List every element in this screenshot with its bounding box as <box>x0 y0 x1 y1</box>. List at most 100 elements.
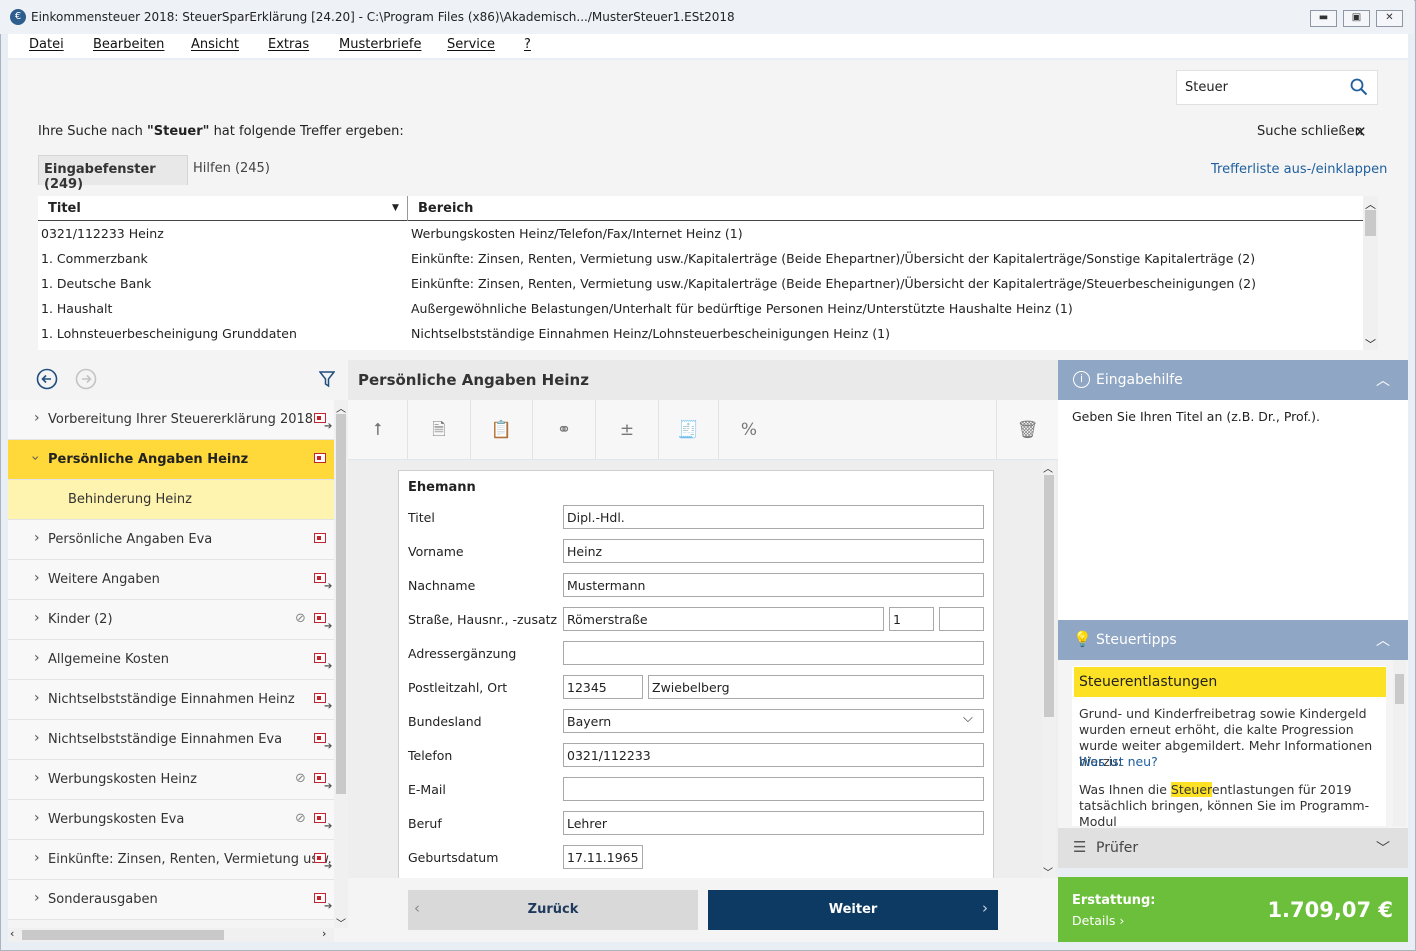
search-input[interactable]: Steuer <box>1185 80 1228 95</box>
result-title[interactable]: 0321/112233 Heinz <box>41 226 164 241</box>
bundesland-select[interactable]: Bayern <box>563 709 984 733</box>
nav-item-persoenliche-angaben-eva[interactable]: › Persönliche Angaben Eva <box>8 520 334 560</box>
adressergaenzung-field[interactable] <box>563 641 984 665</box>
window-title: Einkommensteuer 2018: SteuerSparErklärun… <box>31 10 735 24</box>
nav-item-einkuenfte[interactable]: › Einkünfte: Zinsen, Renten, Vermietung … <box>8 840 334 880</box>
next-button[interactable]: Weiter <box>708 890 998 930</box>
nachname-field[interactable]: Mustermann <box>563 573 984 597</box>
menu-extras[interactable]: Extras <box>268 37 309 52</box>
tips-scrollbar-thumb[interactable] <box>1395 674 1404 704</box>
chevron-down-icon[interactable]: ﹀ <box>1365 336 1376 352</box>
chevron-left-icon[interactable]: ‹ <box>10 927 14 940</box>
menu-service[interactable]: Service <box>447 37 495 52</box>
vorname-field[interactable]: Heinz <box>563 539 984 563</box>
receipt-icon[interactable]: 🧾 <box>659 400 719 460</box>
maximize-button[interactable]: ▣ <box>1343 10 1370 27</box>
chevron-up-icon[interactable]: ︿ <box>1365 196 1376 212</box>
result-title[interactable]: 1. Lohnsteuerbescheinigung Grunddaten <box>41 326 297 341</box>
menu-ansicht[interactable]: Ansicht <box>191 37 239 52</box>
nav-item-behinderung-heinz[interactable]: Behinderung Heinz <box>8 480 334 520</box>
tab-eingabefenster[interactable]: Eingabefenster (249) <box>38 155 188 192</box>
beruf-field[interactable]: Lehrer <box>563 811 984 835</box>
whats-new-link[interactable]: Was ist neu? <box>1079 754 1158 769</box>
email-field[interactable] <box>563 777 984 801</box>
nav-item-weitere-angaben[interactable]: › Weitere Angaben ➔ <box>8 560 334 600</box>
result-title[interactable]: 1. Commerzbank <box>41 251 148 266</box>
up-level-icon[interactable]: ⭡ <box>348 400 408 460</box>
search-icon[interactable] <box>1350 78 1368 96</box>
telefon-field[interactable]: 0321/112233 <box>563 743 984 767</box>
label-titel: Titel <box>408 510 435 525</box>
tab-hilfen[interactable]: Hilfen (245) <box>193 161 270 176</box>
nav-item-persoenliche-angaben-heinz[interactable]: › Persönliche Angaben Heinz <box>8 440 334 480</box>
back-button[interactable]: Zurück <box>408 890 698 930</box>
nav-item-sonderausgaben[interactable]: › Sonderausgaben ➔ <box>8 880 334 920</box>
chevron-down-icon: › <box>26 455 43 461</box>
column-divider[interactable] <box>407 196 408 221</box>
result-area[interactable]: Außergewöhnliche Belastungen/Unterhalt f… <box>411 301 1073 316</box>
chevron-down-icon[interactable]: ⌵ <box>963 711 973 726</box>
toggle-result-list-link[interactable]: Trefferliste aus-/einklappen <box>1211 162 1387 177</box>
plz-field[interactable]: 12345 <box>563 675 643 699</box>
titel-field[interactable]: Dipl.-Hdl. <box>563 505 984 529</box>
nav-item-nse-heinz[interactable]: › Nichtselbstständige Einnahmen Heinz ➔ <box>8 680 334 720</box>
column-header-bereich[interactable]: Bereich <box>418 201 473 216</box>
refund-amount: 1.709,07 € <box>1267 898 1393 922</box>
chevron-up-icon[interactable]: ︿ <box>1376 630 1390 650</box>
calculator-icon[interactable]: ± <box>596 400 659 460</box>
filter-icon[interactable] <box>319 370 335 388</box>
label-adressergaenzung: Adressergänzung <box>408 646 517 661</box>
zusatz-field[interactable] <box>939 607 984 631</box>
form-scrollbar-thumb[interactable] <box>1044 475 1054 717</box>
forward-arrow-icon[interactable] <box>75 368 97 390</box>
result-title[interactable]: 1. Haushalt <box>41 301 112 316</box>
nav-item-nse-eva[interactable]: › Nichtselbstständige Einnahmen Eva ➔ <box>8 720 334 760</box>
chevron-right-icon[interactable]: › <box>322 927 326 940</box>
minimize-button[interactable]: ▬ <box>1310 10 1337 27</box>
menu-help[interactable]: ? <box>524 37 531 52</box>
result-area[interactable]: Einkünfte: Zinsen, Renten, Vermietung us… <box>411 251 1255 266</box>
result-area[interactable]: Werbungskosten Heinz/Telefon/Fax/Interne… <box>411 226 743 241</box>
nav-item-kinder[interactable]: › Kinder (2) ⊘ ➔ <box>8 600 334 640</box>
strasse-field[interactable]: Römerstraße <box>563 607 884 631</box>
trash-icon[interactable]: 🗑 <box>996 400 1058 460</box>
document-icon[interactable]: 🗎 <box>408 400 471 460</box>
result-area[interactable]: Nichtselbstständige Einnahmen Heinz/Lohn… <box>411 326 890 341</box>
chevron-right-icon: › <box>34 690 40 706</box>
chevron-down-icon[interactable]: ﹀ <box>336 915 346 930</box>
nav-scrollbar-thumb[interactable] <box>336 414 346 794</box>
clipboard-icon[interactable]: 📋 <box>471 400 533 460</box>
hausnr-field[interactable]: 1 <box>889 607 934 631</box>
results-scrollbar-thumb[interactable] <box>1365 210 1376 236</box>
paperclip-icon: ⊘ <box>295 771 306 786</box>
close-search-link[interactable]: Suche schließen <box>1257 124 1363 139</box>
chevron-up-icon[interactable]: ︿ <box>336 400 346 415</box>
menu-bearbeiten[interactable]: Bearbeiten <box>93 37 164 52</box>
sort-down-icon[interactable]: ▼ <box>392 203 399 213</box>
result-title[interactable]: 1. Deutsche Bank <box>41 276 151 291</box>
refund-details-link[interactable]: Details › <box>1072 913 1124 928</box>
close-window-button[interactable]: ✕ <box>1376 10 1403 27</box>
chevron-down-icon[interactable]: ﹀ <box>1376 838 1390 858</box>
geburtsdatum-field[interactable]: 17.11.1965 <box>563 845 643 869</box>
nav-item-werbungskosten-eva[interactable]: › Werbungskosten Eva ⊘ ➔ <box>8 800 334 840</box>
percent-dropdown-icon[interactable]: % <box>719 400 779 460</box>
chevron-up-icon[interactable]: ︿ <box>1043 460 1053 475</box>
menu-musterbriefe[interactable]: Musterbriefe <box>339 37 421 52</box>
nav-item-allgemeine-kosten[interactable]: › Allgemeine Kosten ➔ <box>8 640 334 680</box>
chevron-up-icon[interactable]: ︿ <box>1376 370 1390 390</box>
nav-item-vorbereitung[interactable]: › Vorbereitung Ihrer Steuererklärung 201… <box>8 400 334 440</box>
column-header-titel[interactable]: Titel <box>48 201 81 216</box>
nav-item-werbungskosten-heinz[interactable]: › Werbungskosten Heinz ⊘ ➔ <box>8 760 334 800</box>
ort-field[interactable]: Zwiebelberg <box>648 675 984 699</box>
label-nachname: Nachname <box>408 578 476 593</box>
paperclip-icon: ⊘ <box>295 611 306 626</box>
rings-icon[interactable]: ⚭ <box>533 400 596 460</box>
result-area[interactable]: Einkünfte: Zinsen, Renten, Vermietung us… <box>411 276 1256 291</box>
status-icon <box>314 533 326 543</box>
back-arrow-icon[interactable] <box>36 368 58 390</box>
menu-datei[interactable]: Datei <box>29 37 64 52</box>
close-icon[interactable]: ✕ <box>1354 123 1367 141</box>
nav-horizontal-scrollbar-thumb[interactable] <box>22 930 224 940</box>
chevron-down-icon[interactable]: ﹀ <box>1043 864 1053 879</box>
